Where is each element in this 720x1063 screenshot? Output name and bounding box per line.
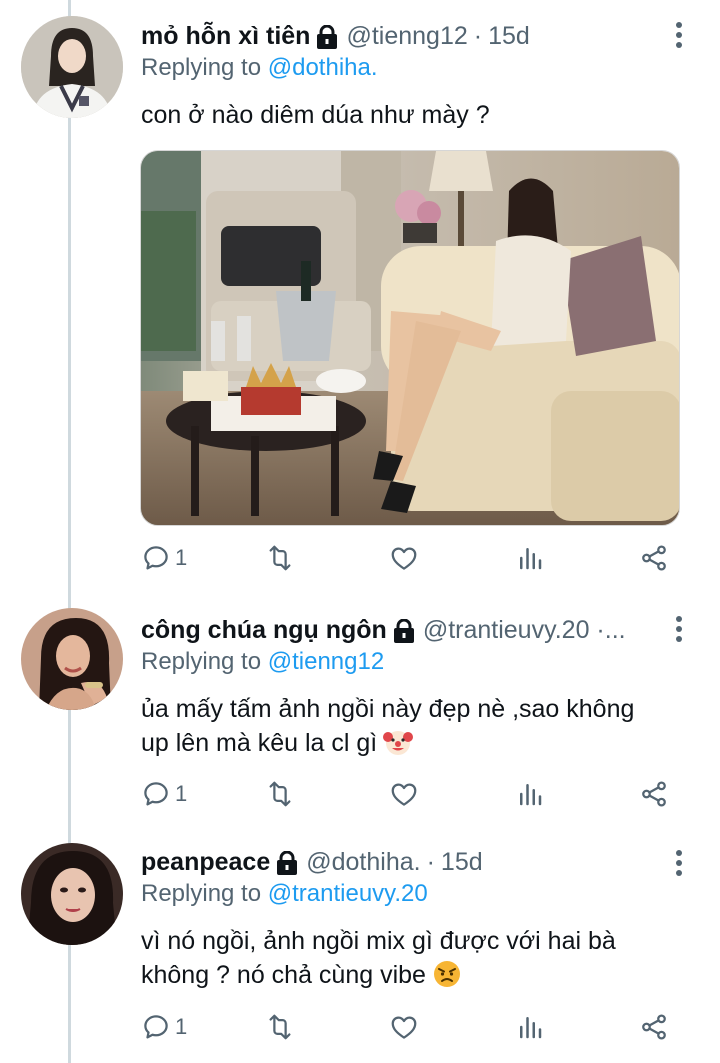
reply-icon bbox=[144, 546, 168, 570]
reply-icon bbox=[144, 1015, 168, 1039]
reply-button[interactable]: 1 bbox=[141, 541, 187, 575]
handle[interactable]: @tienng12 bbox=[346, 22, 467, 51]
tweet-text-line: ủa mấy tấm ảnh ngồi này đẹp nè ,sao khôn… bbox=[141, 695, 635, 723]
tweet-header: peanpeace @dothiha. · 15d bbox=[141, 844, 690, 880]
views-button[interactable] bbox=[515, 777, 545, 811]
heart-icon bbox=[391, 783, 417, 806]
views-icon bbox=[520, 548, 542, 570]
replying-to: Replying to @dothiha. bbox=[141, 54, 690, 88]
tweet-text-line: vì nó ngồi, ảnh ngồi mix gì được với hai… bbox=[141, 927, 616, 955]
tweet-actions: 1 bbox=[141, 777, 681, 811]
replying-to: Replying to @tienng12 bbox=[141, 648, 690, 682]
lock-icon bbox=[276, 850, 298, 875]
handle[interactable]: @trantieuvy.20 ·... bbox=[423, 616, 626, 645]
share-button[interactable] bbox=[639, 1010, 669, 1044]
clown-emoji bbox=[383, 727, 414, 757]
tweet[interactable]: peanpeace @dothiha. · 15d Replying to @t… bbox=[0, 826, 720, 1063]
tweet[interactable]: công chúa ngụ ngôn @trantieuvy.20 ·... R… bbox=[0, 590, 720, 826]
retweet-icon bbox=[269, 1014, 291, 1040]
like-button[interactable] bbox=[389, 1010, 419, 1044]
more-options-icon[interactable] bbox=[676, 22, 684, 52]
lock-icon bbox=[316, 24, 338, 49]
replying-prefix: Replying to bbox=[141, 880, 262, 907]
angry-emoji bbox=[432, 959, 462, 989]
timestamp[interactable]: 15d bbox=[441, 848, 483, 877]
reply-count: 1 bbox=[175, 1014, 188, 1039]
reply-mention-link[interactable]: @dothiha. bbox=[268, 54, 378, 81]
heart-icon bbox=[391, 547, 417, 570]
share-icon bbox=[642, 1014, 666, 1040]
retweet-button[interactable] bbox=[265, 777, 295, 811]
tweet-text-line-2: up lên mà kêu la cl gì bbox=[141, 726, 690, 760]
share-button[interactable] bbox=[639, 541, 669, 575]
retweet-button[interactable] bbox=[265, 1010, 295, 1044]
tweet-text-line: con ở nào diêm dúa như mày ? bbox=[141, 101, 490, 129]
display-name[interactable]: công chúa ngụ ngôn bbox=[141, 616, 387, 645]
tweet-text: ủa mấy tấm ảnh ngồi này đẹp nè ,sao khôn… bbox=[141, 692, 690, 760]
more-options-icon[interactable] bbox=[676, 850, 684, 880]
avatar[interactable] bbox=[21, 608, 123, 710]
handle[interactable]: @dothiha. bbox=[306, 848, 420, 877]
lock-icon bbox=[393, 618, 415, 643]
replying-to: Replying to @trantieuvy.20 bbox=[141, 880, 690, 914]
heart-icon bbox=[391, 1016, 417, 1039]
tweet-text: con ở nào diêm dúa như mày ? bbox=[141, 98, 690, 132]
avatar[interactable] bbox=[21, 843, 123, 945]
display-name[interactable]: mỏ hỗn xì tiên bbox=[141, 22, 310, 51]
views-icon bbox=[520, 784, 542, 806]
retweet-button[interactable] bbox=[265, 541, 295, 575]
views-button[interactable] bbox=[515, 1010, 545, 1044]
separator-dot: · bbox=[473, 21, 483, 50]
tweet-text-line-2: không ? nó chả cùng vibe bbox=[141, 958, 690, 992]
display-name[interactable]: peanpeace bbox=[141, 848, 270, 877]
views-icon bbox=[520, 1017, 542, 1039]
tweet-media-image[interactable] bbox=[140, 150, 680, 526]
reply-count: 1 bbox=[175, 545, 188, 570]
reply-mention-link[interactable]: @tienng12 bbox=[268, 648, 384, 675]
reply-button[interactable]: 1 bbox=[141, 777, 187, 811]
retweet-icon bbox=[269, 545, 291, 571]
reply-icon bbox=[144, 782, 168, 806]
views-button[interactable] bbox=[515, 541, 545, 575]
more-options-icon[interactable] bbox=[676, 616, 684, 646]
share-icon bbox=[642, 545, 666, 571]
avatar[interactable] bbox=[21, 16, 123, 118]
tweet[interactable]: mỏ hỗn xì tiên @tienng12 · 15d Replying … bbox=[0, 0, 720, 590]
like-button[interactable] bbox=[389, 777, 419, 811]
share-button[interactable] bbox=[639, 777, 669, 811]
tweet-text: vì nó ngồi, ảnh ngồi mix gì được với hai… bbox=[141, 924, 690, 992]
tweet-text-content: không ? nó chả cùng vibe bbox=[141, 961, 426, 989]
tweet-actions: 1 bbox=[141, 541, 681, 575]
timestamp[interactable]: 15d bbox=[488, 22, 530, 51]
tweet-header: công chúa ngụ ngôn @trantieuvy.20 ·... bbox=[141, 612, 690, 648]
reply-count: 1 bbox=[175, 781, 188, 806]
replying-prefix: Replying to bbox=[141, 54, 262, 81]
tweet-actions: 1 bbox=[141, 1010, 681, 1044]
like-button[interactable] bbox=[389, 541, 419, 575]
tweet-header: mỏ hỗn xì tiên @tienng12 · 15d bbox=[141, 18, 690, 54]
reply-mention-link[interactable]: @trantieuvy.20 bbox=[268, 880, 428, 907]
retweet-icon bbox=[269, 781, 291, 807]
replying-prefix: Replying to bbox=[141, 648, 262, 675]
share-icon bbox=[642, 781, 666, 807]
tweet-text-content: up lên mà kêu la cl gì bbox=[141, 729, 378, 757]
reply-button[interactable]: 1 bbox=[141, 1010, 187, 1044]
separator-dot: · bbox=[426, 847, 435, 876]
